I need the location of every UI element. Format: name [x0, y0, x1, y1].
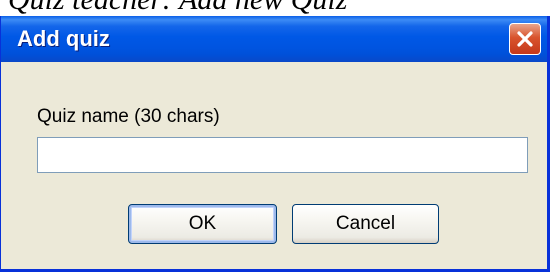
- add-quiz-dialog: Add quiz Quiz name (30 chars) OK Cancel: [0, 16, 550, 272]
- background-heading-crop: Quiz teacher: Add new Quiz: [0, 0, 550, 16]
- title-bar[interactable]: Add quiz: [1, 16, 547, 62]
- close-button[interactable]: [509, 23, 541, 55]
- cancel-button[interactable]: Cancel: [292, 204, 439, 244]
- quiz-name-input[interactable]: [37, 137, 528, 173]
- quiz-name-label: Quiz name (30 chars): [37, 106, 220, 127]
- background-heading: Quiz teacher: Add new Quiz: [8, 0, 347, 16]
- ok-button[interactable]: OK: [128, 204, 277, 244]
- dialog-title: Add quiz: [17, 26, 110, 51]
- dialog-body: Quiz name (30 chars) OK Cancel: [1, 62, 547, 269]
- close-icon: [517, 31, 533, 47]
